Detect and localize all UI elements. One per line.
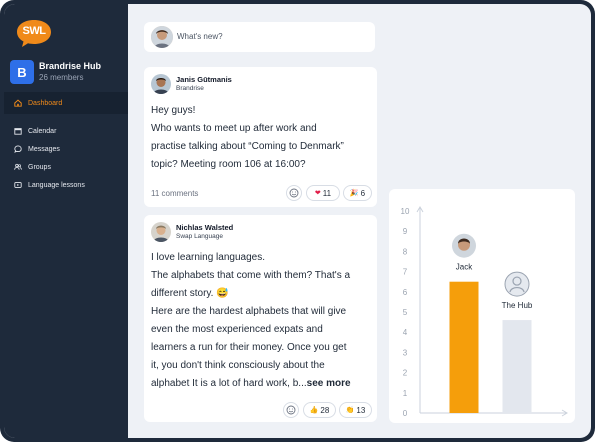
reaction-heart[interactable]: ❤ 11 (306, 185, 340, 201)
post-line: Who wants to meet up after work and (151, 123, 317, 134)
sidebar-item-label: Groups (28, 163, 51, 171)
y-tick-label: 10 (401, 207, 410, 216)
video-icon (14, 182, 22, 188)
sidebar-item-calendar[interactable]: Calendar (4, 122, 128, 140)
y-tick-label: 7 (403, 268, 408, 277)
add-reaction-button[interactable] (283, 402, 299, 418)
sidebar-item-label: Language lessons (28, 181, 85, 189)
post-organization: Swap Language (176, 233, 223, 240)
thumbs-up-emoji: 👍 (309, 407, 319, 414)
hub-member-count: 26 members (39, 73, 84, 82)
post-line: learners a run for their money. Once you… (151, 342, 347, 353)
post-line: Here are the hardest alphabets that will… (151, 306, 347, 317)
bar-label: Jack (456, 263, 473, 272)
composer-placeholder: What's new? (177, 32, 223, 41)
comments-link[interactable]: 11 comments (151, 189, 198, 198)
post-line: I love learning languages. (151, 252, 265, 263)
post-body: I love learning languages. The alphabets… (151, 249, 375, 393)
bar-the-hub (502, 320, 532, 413)
post-body: Hey guys! Who wants to meet up after wor… (151, 102, 373, 174)
sidebar-item-label: Calendar (28, 127, 57, 135)
reaction-clap[interactable]: 👏 13 (339, 402, 372, 418)
reaction-count: 13 (356, 405, 366, 415)
post-line-text: alphabet It is a lot of hard work, b... (151, 378, 307, 389)
app-window: SWL B Brandrise Hub 26 members Dashboard… (4, 4, 591, 438)
post-card: Janis Gūtmanis Brandrise Hey guys! Who w… (144, 67, 377, 207)
sidebar-item-groups[interactable]: Groups (4, 158, 128, 176)
y-tick-label: 5 (403, 308, 408, 317)
heart-emoji: ❤ (314, 190, 321, 197)
post-author[interactable]: Nichlas Walsted (176, 223, 233, 232)
sidebar-item-label: Dashboard (28, 99, 63, 107)
y-tick-label: 0 (403, 409, 408, 418)
party-emoji: 🎉 (349, 190, 359, 197)
post-line: Hey guys! (151, 105, 196, 116)
reaction-count: 6 (360, 188, 366, 198)
add-reaction-button[interactable] (286, 185, 302, 201)
y-tick-label: 8 (403, 247, 408, 256)
y-tick-label: 9 (403, 227, 408, 236)
user-avatar (151, 26, 173, 48)
home-icon (14, 99, 22, 107)
post-line: topic? Meeting room 106 at 16:00? (151, 159, 306, 170)
smiley-add-icon (286, 405, 296, 415)
sidebar-item-language-lessons[interactable]: Language lessons (4, 176, 128, 194)
post-card: Nichlas Walsted Swap Language I love lea… (144, 215, 377, 422)
users-icon (14, 163, 22, 170)
hub-avatar: B (10, 60, 34, 84)
see-more-link[interactable]: see more (307, 378, 351, 389)
hub-avatar-icon (504, 271, 530, 297)
post-organization: Brandrise (176, 85, 204, 92)
sidebar: SWL B Brandrise Hub 26 members Dashboard… (4, 4, 128, 438)
reaction-party[interactable]: 🎉 6 (343, 185, 372, 201)
app-frame: SWL B Brandrise Hub 26 members Dashboard… (0, 0, 595, 442)
bar-label: The Hub (502, 301, 533, 310)
y-tick-label: 1 (403, 389, 408, 398)
post-line: it, you don't think consciously about th… (151, 360, 325, 371)
reaction-count: 11 (322, 188, 332, 198)
post-line: alphabet It is a lot of hard work, b...s… (151, 375, 375, 393)
calendar-icon (14, 128, 22, 135)
hub-selector[interactable]: B Brandrise Hub 26 members (10, 60, 122, 86)
swl-logo[interactable]: SWL (15, 18, 53, 48)
y-tick-label: 6 (403, 288, 408, 297)
reaction-thumbs-up[interactable]: 👍 28 (303, 402, 336, 418)
post-line: The alphabets that come with them? That'… (151, 270, 351, 281)
composer-card[interactable]: What's new? (144, 22, 375, 52)
sidebar-nav: Dashboard Calendar Messages Groups Langu… (4, 92, 128, 194)
bar-jack (449, 281, 479, 413)
author-avatar[interactable] (151, 222, 171, 242)
y-tick-label: 2 (403, 369, 408, 378)
hub-name: Brandrise Hub (39, 61, 102, 71)
post-line: different story. 😅 (151, 288, 229, 299)
clap-emoji: 👏 (345, 407, 355, 414)
sidebar-item-label: Messages (28, 145, 60, 153)
reaction-count: 28 (320, 405, 330, 415)
logo-text: SWL (22, 25, 46, 37)
bar-chart: 0 1 2 3 4 5 6 7 8 9 10 Jack The Hub (401, 206, 568, 418)
post-line: practise talking about “Coming to Denmar… (151, 141, 344, 152)
post-line: even the most experienced expats and (151, 324, 323, 335)
sidebar-item-dashboard[interactable]: Dashboard (4, 92, 128, 114)
author-avatar[interactable] (151, 74, 171, 94)
chat-icon (14, 145, 22, 153)
y-tick-label: 3 (403, 348, 408, 357)
sidebar-item-messages[interactable]: Messages (4, 140, 128, 158)
smiley-add-icon (289, 188, 299, 198)
comparison-chart-card: 0 1 2 3 4 5 6 7 8 9 10 Jack The Hub (389, 189, 575, 423)
post-author[interactable]: Janis Gūtmanis (176, 75, 232, 84)
y-tick-label: 4 (403, 328, 408, 337)
